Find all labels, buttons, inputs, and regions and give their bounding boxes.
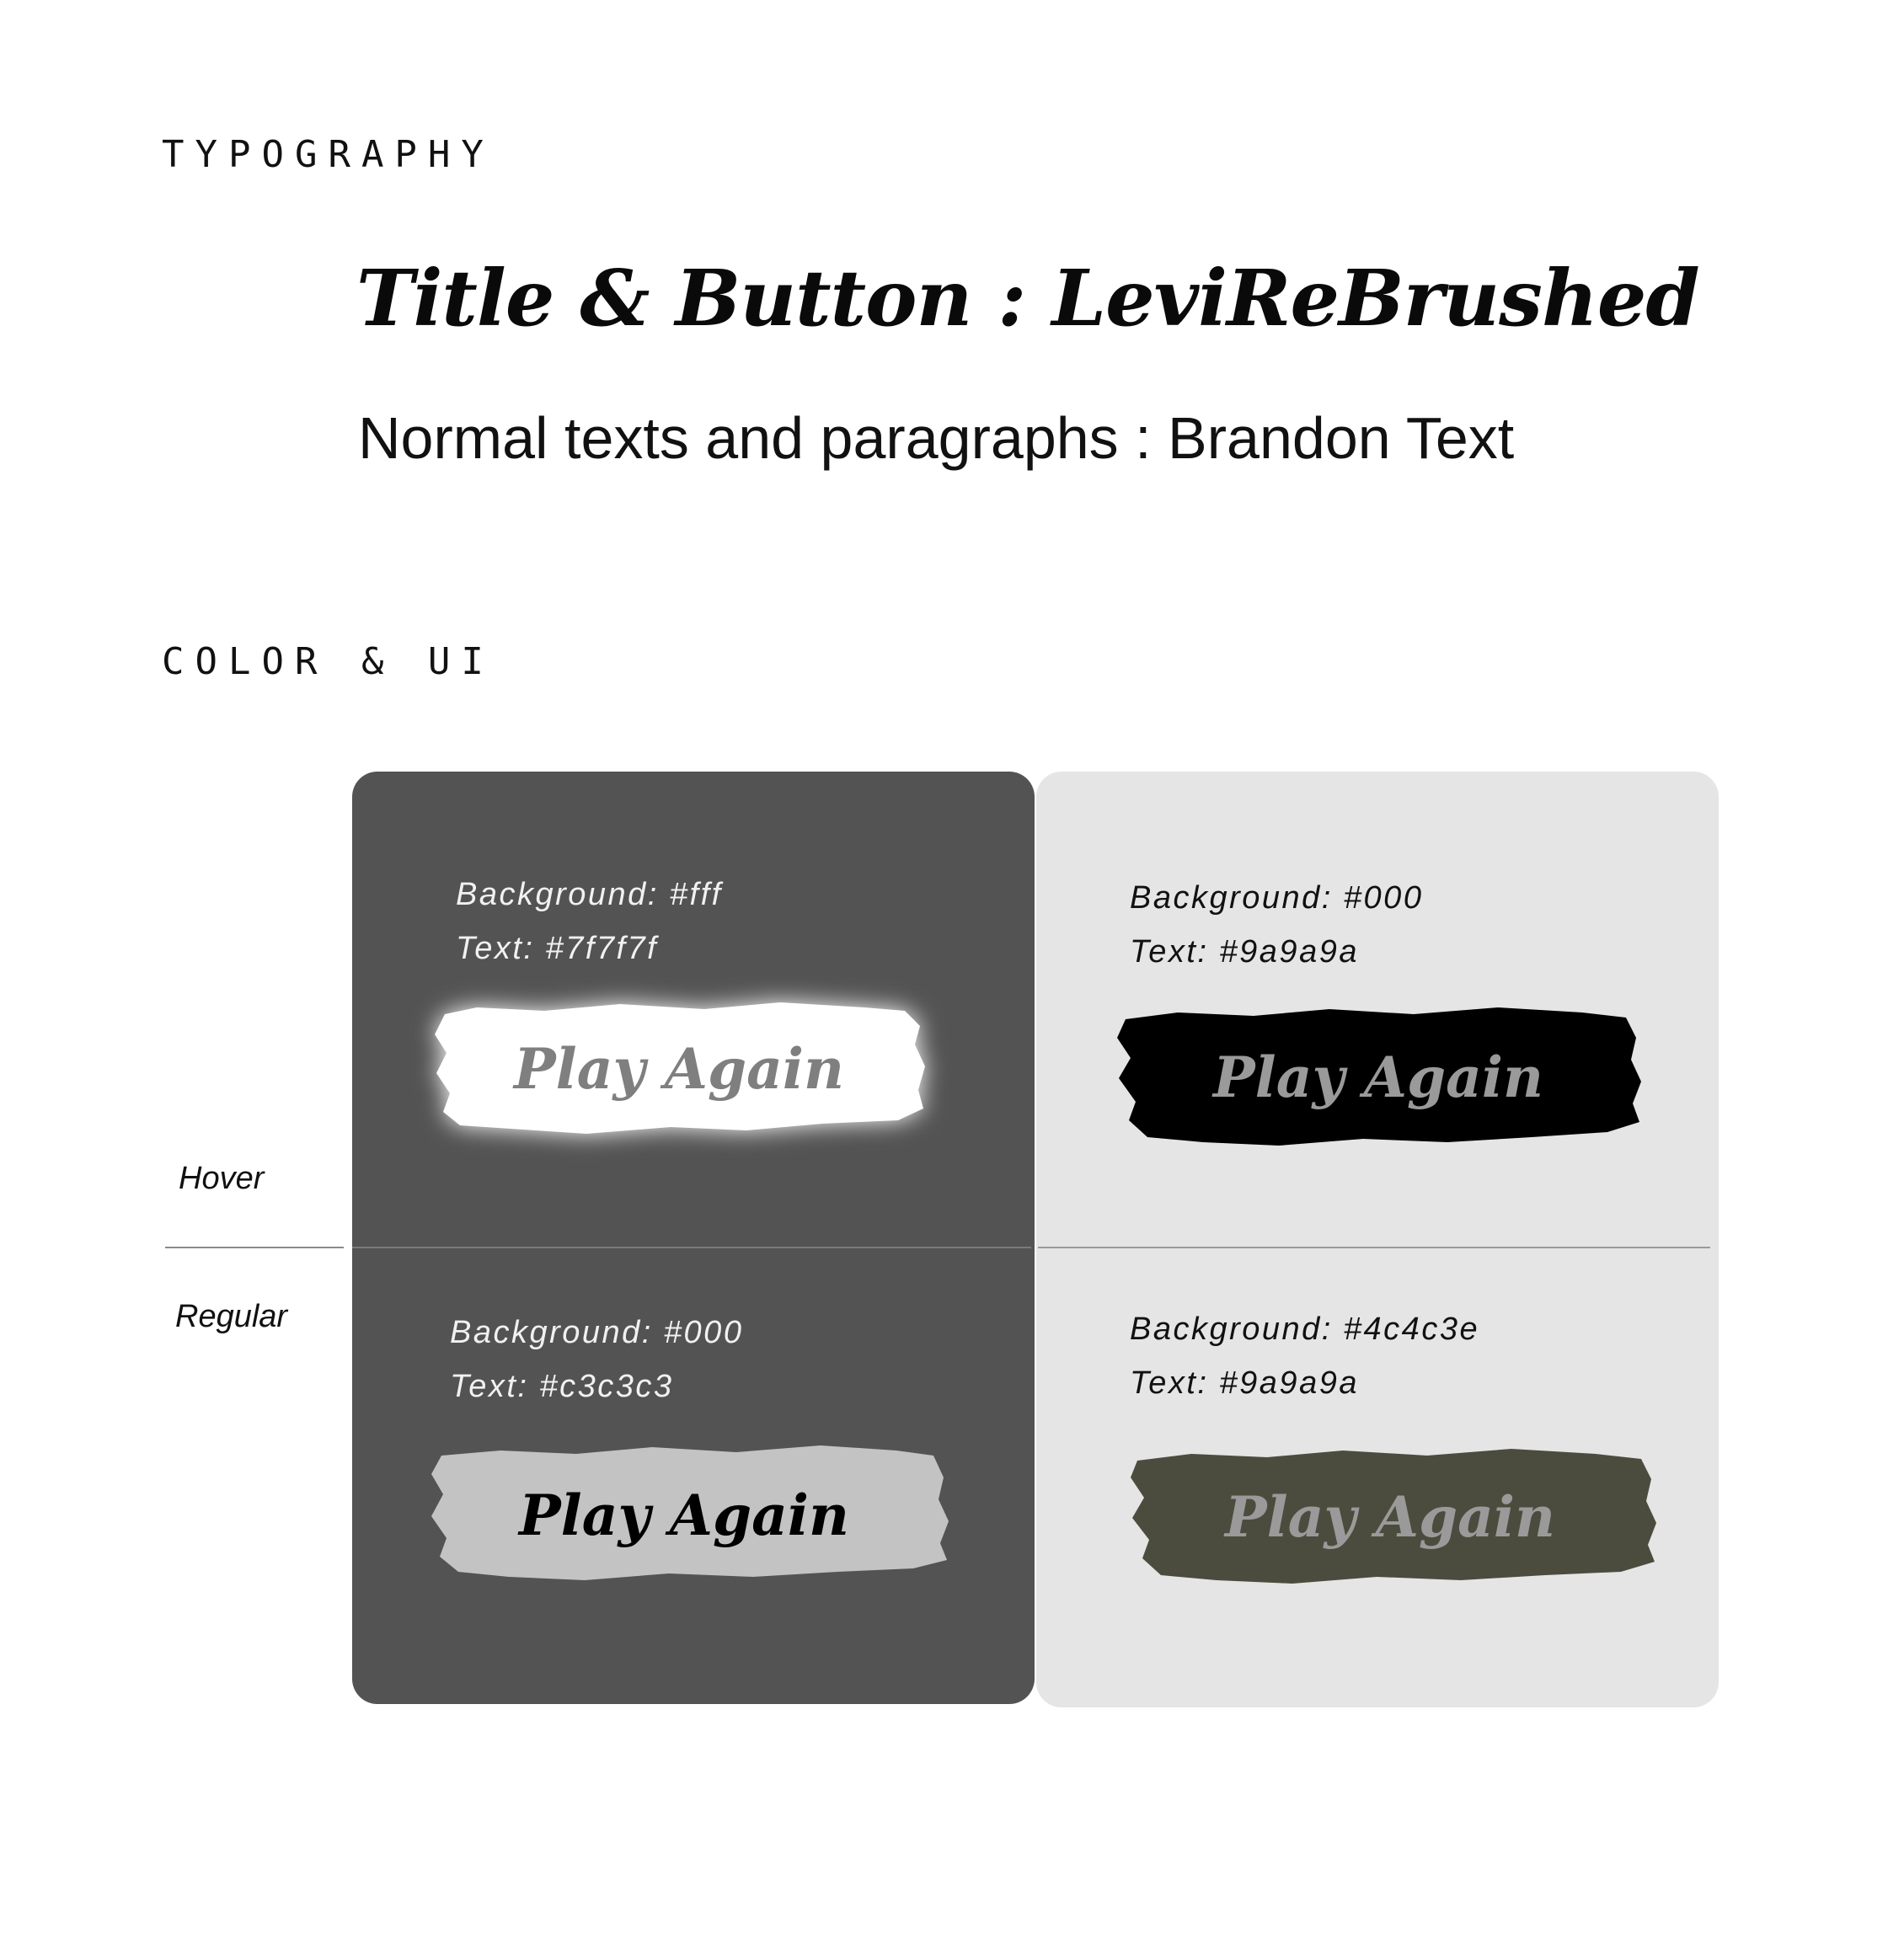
spec-text-label: Text: #9a9a9a [1130,934,1359,970]
spec-background-label: Background: #000 [450,1315,744,1350]
spec-background-label: Background: #4c4c3e [1130,1312,1480,1347]
regular-light-spec: Background: #4c4c3e Text: #9a9a9a [1130,1302,1479,1410]
spec-text-label: Text: #7f7f7f [456,931,659,966]
play-again-button-hover-white[interactable]: Play Again [426,986,940,1154]
hover-row-label: Hover [179,1161,265,1196]
button-label: Play Again [517,1483,849,1548]
title-font-sample: Title & Button : LeviReBrushed [356,253,1700,344]
hover-dark-spec: Background: #fff Text: #7f7f7f [456,868,723,975]
play-again-button-regular-grey[interactable]: Play Again [425,1432,955,1600]
row-divider-light-panel [1038,1247,1710,1248]
regular-row-label: Regular [175,1299,288,1334]
typography-section-heading: TYPOGRAPHY [162,133,495,176]
body-font-sample: Normal texts and paragraphs : Brandon Te… [358,405,1515,471]
row-divider-label-column [165,1247,344,1248]
button-label: Play Again [1223,1484,1555,1550]
spec-text-label: Text: #9a9a9a [1130,1365,1359,1401]
spec-text-label: Text: #c3c3c3 [450,1369,674,1404]
spec-background-label: Background: #fff [456,877,723,912]
hover-light-spec: Background: #000 Text: #9a9a9a [1130,871,1423,979]
row-divider-dark-panel [352,1247,1031,1248]
regular-dark-spec: Background: #000 Text: #c3c3c3 [450,1306,743,1413]
play-again-button-hover-black[interactable]: Play Again [1110,994,1650,1162]
button-label: Play Again [1211,1044,1543,1110]
button-label: Play Again [512,1036,844,1102]
color-ui-section-heading: COLOR & UI [162,640,495,683]
play-again-button-regular-olive[interactable]: Play Again [1124,1432,1663,1600]
spec-background-label: Background: #000 [1130,880,1424,916]
